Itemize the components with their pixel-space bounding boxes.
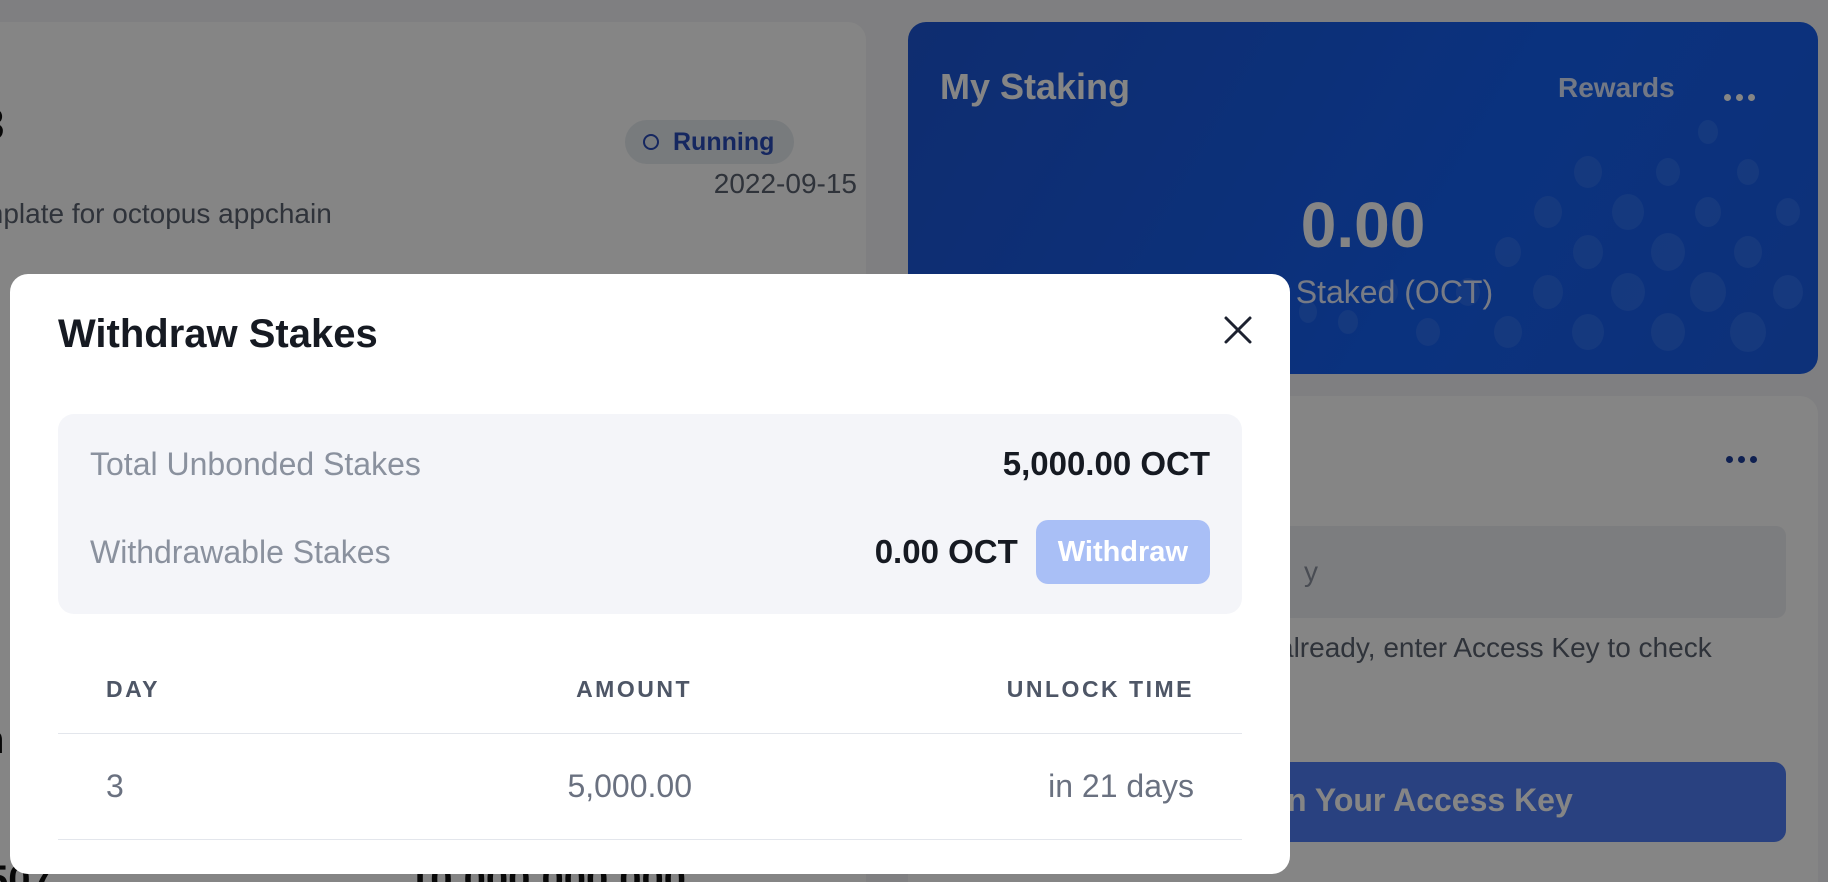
stakes-summary: Total Unbonded Stakes 5,000.00 OCT Withd…: [58, 414, 1242, 614]
column-header-unlock-time: UNLOCK TIME: [1006, 676, 1194, 702]
column-header-day: DAY: [106, 676, 160, 702]
withdrawable-label: Withdrawable Stakes: [90, 533, 391, 570]
withdrawable-row: Withdrawable Stakes 0.00 OCT Withdraw: [90, 520, 1210, 584]
close-button[interactable]: [1212, 304, 1264, 356]
withdraw-button[interactable]: Withdraw: [1035, 520, 1210, 584]
withdraw-stakes-modal: Withdraw Stakes Total Unbonded Stakes 5,…: [10, 274, 1290, 874]
total-unbonded-value: 5,000.00 OCT: [1002, 445, 1210, 482]
cell-amount: 5,000.00: [567, 768, 692, 804]
total-unbonded-row: Total Unbonded Stakes 5,000.00 OCT: [90, 432, 1210, 496]
modal-title: Withdraw Stakes: [58, 312, 378, 356]
table-row: 3 5,000.00 in 21 days: [58, 734, 1242, 840]
column-header-amount: AMOUNT: [576, 676, 692, 702]
total-unbonded-label: Total Unbonded Stakes: [90, 445, 421, 482]
table-header: DAY AMOUNT UNLOCK TIME: [58, 644, 1242, 734]
close-icon: [1224, 316, 1252, 344]
cell-unlock-time: in 21 days: [1048, 768, 1194, 804]
cell-day: 3: [106, 768, 124, 804]
withdrawable-value: 0.00 OCT: [874, 533, 1018, 570]
